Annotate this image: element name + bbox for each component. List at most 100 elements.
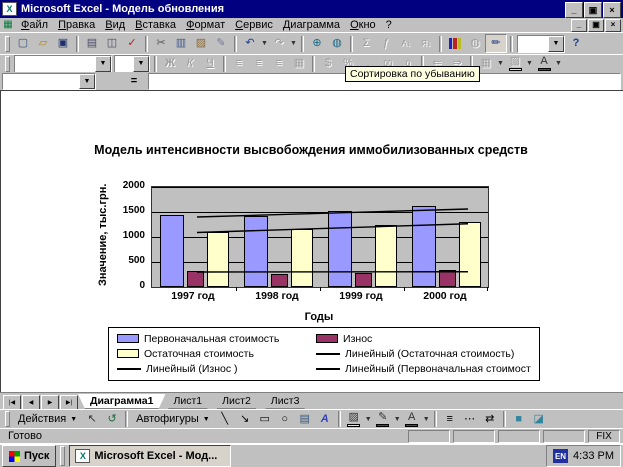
equals-button[interactable]: = bbox=[126, 74, 142, 88]
zoom-combo[interactable]: ▼ bbox=[517, 35, 565, 53]
copy-button[interactable]: ▥ bbox=[171, 35, 191, 52]
select-objects-button[interactable]: ↖ bbox=[82, 411, 102, 428]
font-combo-dropdown-icon[interactable]: ▼ bbox=[95, 56, 111, 72]
legend-item[interactable]: Линейный (Первоначальная стоимость ) bbox=[316, 364, 531, 375]
sheet-tab-Лист2[interactable]: Лист2 bbox=[210, 394, 263, 409]
legend-item[interactable]: Износ bbox=[316, 333, 531, 344]
free-rotate-button[interactable]: ↺ bbox=[102, 411, 122, 428]
new-button[interactable]: ▢ bbox=[13, 35, 33, 52]
underline-button[interactable]: Ч bbox=[200, 55, 220, 72]
bold-button[interactable]: Ж bbox=[160, 55, 180, 72]
menu-Вставка[interactable]: Вставка bbox=[130, 19, 181, 31]
chart-title[interactable]: Модель интенсивности высвобождения иммоб… bbox=[41, 143, 581, 157]
sort-ascending-button[interactable]: А↓ bbox=[396, 35, 416, 52]
book-minimize-button[interactable]: _ bbox=[571, 19, 587, 32]
line-color-button[interactable]: ✎ bbox=[373, 411, 393, 428]
taskbar-clock[interactable]: 4:33 PM bbox=[573, 450, 614, 462]
menu-Окно[interactable]: Окно bbox=[345, 19, 381, 31]
minimize-button[interactable]: _ bbox=[565, 2, 583, 18]
dash-style-button[interactable]: ⋯ bbox=[460, 411, 480, 428]
italic-button[interactable]: К bbox=[180, 55, 200, 72]
draw-oval-button[interactable]: ○ bbox=[275, 411, 295, 428]
zoom-combo-dropdown-icon[interactable]: ▼ bbox=[548, 36, 564, 52]
legend-item[interactable]: Остаточная стоимость bbox=[117, 348, 316, 359]
name-box-dropdown-icon[interactable]: ▼ bbox=[79, 74, 95, 89]
trendline[interactable] bbox=[197, 209, 468, 217]
fill-color-dropdown-icon[interactable]: ▼ bbox=[364, 411, 373, 428]
fill-color-dropdown-icon[interactable]: ▼ bbox=[525, 55, 534, 72]
restore-button[interactable]: ▣ bbox=[584, 2, 602, 18]
align-center-button[interactable]: ≡ bbox=[249, 55, 269, 72]
trendline[interactable] bbox=[197, 224, 468, 233]
cut-button[interactable]: ✂ bbox=[151, 35, 171, 52]
tab-nav-last-button[interactable]: ▶| bbox=[60, 395, 78, 410]
toolbar-handle[interactable] bbox=[5, 36, 10, 52]
spelling-button[interactable]: ✓ bbox=[122, 35, 142, 52]
menu-Файл[interactable]: Файл bbox=[16, 19, 53, 31]
drawing-button[interactable]: ✏ bbox=[485, 34, 507, 53]
align-left-button[interactable]: ≡ bbox=[229, 55, 249, 72]
sheet-tab-Лист1[interactable]: Лист1 bbox=[161, 394, 214, 409]
paste-function-button[interactable]: ƒ bbox=[376, 35, 396, 52]
shadow-button[interactable]: ■ bbox=[509, 411, 529, 428]
book-close-button[interactable]: × bbox=[605, 19, 621, 32]
chart-legend[interactable]: Первоначальная стоимостьИзносОстаточная … bbox=[108, 327, 540, 381]
menu-Сервис[interactable]: Сервис bbox=[230, 19, 278, 31]
undo-dropdown-icon[interactable]: ▼ bbox=[260, 35, 269, 52]
draw-font-color-dropdown-icon[interactable]: ▼ bbox=[422, 411, 431, 428]
tab-nav-first-button[interactable]: |◀ bbox=[3, 395, 21, 410]
y-axis-title[interactable]: Значение, тыс.грн. bbox=[97, 186, 111, 286]
draw-menu-button[interactable]: Действия▼ bbox=[13, 411, 82, 428]
menu-Диаграмма[interactable]: Диаграмма bbox=[278, 19, 345, 31]
toolbar-handle[interactable] bbox=[5, 411, 10, 427]
tab-nav-next-button[interactable]: ▶ bbox=[41, 395, 59, 410]
menu-Правка[interactable]: Правка bbox=[53, 19, 100, 31]
chart-sheet[interactable]: Модель интенсивности высвобождения иммоб… bbox=[0, 90, 623, 392]
book-restore-button[interactable]: ▣ bbox=[588, 19, 604, 32]
wordart-button[interactable]: A bbox=[315, 411, 335, 428]
save-button[interactable]: ▣ bbox=[53, 35, 73, 52]
legend-item[interactable]: Линейный (Износ ) bbox=[117, 364, 316, 375]
sheet-tab-Лист3[interactable]: Лист3 bbox=[259, 394, 312, 409]
menu-Формат[interactable]: Формат bbox=[181, 19, 230, 31]
redo-button[interactable]: ↷ bbox=[269, 35, 289, 52]
fill-color-button[interactable]: ▨ bbox=[344, 411, 364, 428]
font-color-button[interactable]: А bbox=[534, 55, 554, 72]
arrow-style-button[interactable]: ⇄ bbox=[480, 411, 500, 428]
close-button[interactable]: × bbox=[603, 2, 621, 18]
workbook-icon[interactable]: ▦ bbox=[2, 20, 14, 31]
open-button[interactable]: ▱ bbox=[33, 35, 53, 52]
merge-center-button[interactable]: ▦ bbox=[289, 55, 309, 72]
print-button[interactable]: ▤ bbox=[82, 35, 102, 52]
language-indicator[interactable]: EN bbox=[553, 449, 568, 463]
chart-wizard-button[interactable] bbox=[445, 35, 465, 52]
undo-button[interactable]: ↶ bbox=[240, 35, 260, 52]
paste-button[interactable]: ▨ bbox=[191, 35, 211, 52]
print-preview-button[interactable]: ◫ bbox=[102, 35, 122, 52]
font-size-combo-dropdown-icon[interactable]: ▼ bbox=[133, 56, 149, 72]
draw-font-color-button[interactable]: А bbox=[402, 411, 422, 428]
sort-descending-button[interactable]: Я↓ bbox=[416, 35, 436, 52]
borders-dropdown-icon[interactable]: ▼ bbox=[496, 55, 505, 72]
web-toolbar-button[interactable]: ◍ bbox=[327, 35, 347, 52]
legend-item[interactable]: Линейный (Остаточная стоимость) bbox=[316, 348, 531, 359]
draw-line-button[interactable]: ╲ bbox=[215, 411, 235, 428]
toolbar-handle[interactable] bbox=[5, 56, 10, 72]
align-right-button[interactable]: ≡ bbox=[269, 55, 289, 72]
fill-color-button[interactable]: ▨ bbox=[505, 55, 525, 72]
plot-area[interactable] bbox=[151, 186, 489, 288]
x-axis-title[interactable]: Годы bbox=[151, 311, 487, 323]
format-painter-button[interactable]: ✎ bbox=[211, 35, 231, 52]
tab-nav-prev-button[interactable]: ◀ bbox=[22, 395, 40, 410]
draw-arrow-button[interactable]: ↘ bbox=[235, 411, 255, 428]
font-size-combo[interactable]: ▼ bbox=[114, 55, 150, 73]
sheet-tab-Диаграмма1[interactable]: Диаграмма1 bbox=[78, 394, 165, 409]
map-button[interactable]: ◍ bbox=[465, 35, 485, 52]
help-button[interactable]: ? bbox=[566, 35, 586, 52]
menu-?[interactable]: ? bbox=[381, 19, 397, 31]
redo-dropdown-icon[interactable]: ▼ bbox=[289, 35, 298, 52]
autoshapes-menu-button[interactable]: Автофигуры▼ bbox=[131, 411, 215, 428]
menu-Вид[interactable]: Вид bbox=[100, 19, 130, 31]
font-combo[interactable]: ▼ bbox=[14, 55, 112, 73]
excel-task-button[interactable]: X Microsoft Excel - Мод... bbox=[69, 445, 231, 467]
